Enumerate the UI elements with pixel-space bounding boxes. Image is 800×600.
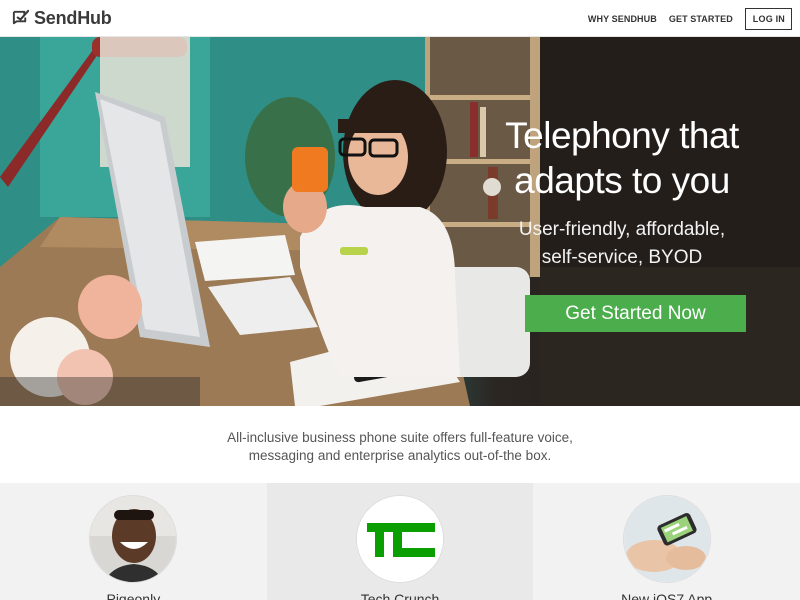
chat-bubble-check-icon xyxy=(12,9,30,24)
person-photo-icon xyxy=(90,496,177,582)
feature-label-tech-crunch: Tech Crunch xyxy=(360,591,440,600)
pigeonly-avatar xyxy=(89,495,178,583)
site-header: SendHub WHY SENDHUB GET STARTED LOG IN xyxy=(0,0,800,37)
hero-subtitle: User-friendly, affordable, self-service,… xyxy=(492,216,752,272)
logo-text: SendHub xyxy=(34,7,112,28)
hero-banner: Telephony that adapts to you User-friend… xyxy=(0,37,800,406)
nav-get-started[interactable]: GET STARTED xyxy=(669,14,733,24)
techcrunch-icon xyxy=(357,496,443,582)
hero-title: Telephony that adapts to you xyxy=(492,113,752,203)
feature-label-pigeonly: Pigeonly xyxy=(106,591,161,600)
hero-subtitle-line-2: self-service, BYOD xyxy=(541,247,703,268)
feature-ios7-app[interactable]: New iOS7 App xyxy=(533,483,800,600)
hero-subtitle-line-1: User-friendly, affordable, xyxy=(518,219,726,240)
hero-title-line-2: adapts to you xyxy=(514,160,730,201)
techcrunch-logo xyxy=(356,495,444,583)
tagline: All-inclusive business phone suite offer… xyxy=(0,406,800,483)
logo[interactable]: SendHub xyxy=(11,8,112,28)
phone-in-hand-icon xyxy=(623,496,710,582)
feature-label-ios7-app: New iOS7 App xyxy=(621,591,713,600)
hero-title-line-1: Telephony that xyxy=(505,115,739,156)
login-button[interactable]: LOG IN xyxy=(744,8,792,30)
ios7-app-image xyxy=(622,495,711,583)
features-strip: Pigeonly Tech Crunch New iOS7 App xyxy=(0,483,800,600)
tagline-line-1: All-inclusive business phone suite offer… xyxy=(227,430,573,445)
top-nav: WHY SENDHUB GET STARTED LOG IN xyxy=(588,8,792,30)
feature-tech-crunch[interactable]: Tech Crunch xyxy=(266,483,534,600)
get-started-now-button[interactable]: Get Started Now xyxy=(525,295,746,332)
hero-text: Telephony that adapts to you User-friend… xyxy=(492,113,752,272)
feature-pigeonly[interactable]: Pigeonly xyxy=(0,483,267,600)
tagline-line-2: messaging and enterprise analytics out-o… xyxy=(248,448,552,463)
nav-why-sendhub[interactable]: WHY SENDHUB xyxy=(588,14,657,24)
